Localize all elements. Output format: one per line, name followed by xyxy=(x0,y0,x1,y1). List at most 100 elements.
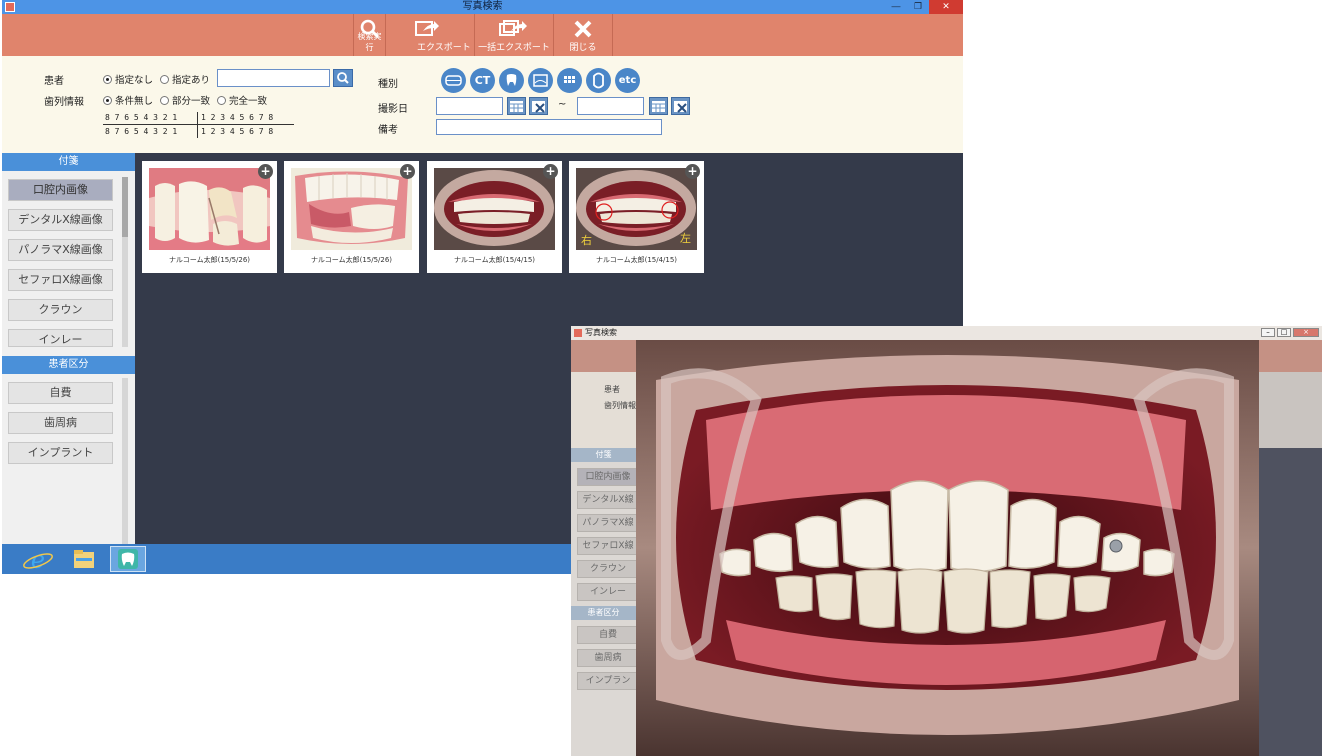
ghost-results-area xyxy=(1259,448,1322,756)
result-card[interactable]: + ナルコーム太郎(15/5/26) xyxy=(142,161,277,273)
export-button[interactable]: エクスポート xyxy=(385,14,474,56)
patient-radio-none[interactable]: 指定なし xyxy=(103,72,153,86)
etc-icon[interactable]: etc xyxy=(615,68,640,93)
export-label: エクスポート xyxy=(417,43,471,53)
ghost-tag-item: デンタルX線 xyxy=(577,491,639,509)
teeth-info-label: 歯列情報 xyxy=(44,97,84,108)
tags-scroll-thumb[interactable] xyxy=(122,177,128,237)
search-execute-label: 検索実行 xyxy=(357,32,382,52)
bulk-export-icon xyxy=(499,20,527,36)
thumbnail-image xyxy=(291,168,412,250)
ghost-tag-item: パノラマX線 xyxy=(577,514,639,532)
xray-icon[interactable] xyxy=(528,68,553,93)
thumbnail-caption: ナルコーム太郎(15/4/15) xyxy=(453,256,536,264)
thumbnail-caption: ナルコーム太郎(15/4/15) xyxy=(595,256,678,264)
viewer-close-button[interactable]: × xyxy=(1293,328,1319,337)
radio-label: 条件無し xyxy=(115,96,154,107)
restore-button[interactable]: ❐ xyxy=(907,0,929,14)
radio-label: 完全一致 xyxy=(229,96,268,107)
minimize-button[interactable]: ― xyxy=(885,0,907,14)
tags-header: 付箋 xyxy=(2,153,135,171)
viewer-title-bar: 写真検索 – □ × xyxy=(571,326,1322,340)
clear-date-to-button[interactable] xyxy=(671,97,690,115)
bulk-export-button[interactable]: 一括エクスポート xyxy=(474,14,553,56)
enlarged-intraoral-photo[interactable] xyxy=(636,340,1259,756)
category-self-pay[interactable]: 自費 xyxy=(8,382,113,404)
date-to-input[interactable] xyxy=(577,97,644,115)
category-implant[interactable]: インプラント xyxy=(8,442,113,464)
title-bar: 写真検索 ― ❐ ✕ xyxy=(2,0,963,14)
ghost-category-item: インプラン xyxy=(577,672,639,690)
calendar-icon xyxy=(652,101,665,112)
result-card[interactable]: 右 左 + ナルコーム太郎(15/4/15) xyxy=(569,161,704,273)
tag-cephalo-xray[interactable]: セファロX線画像 xyxy=(8,269,113,291)
tag-panorama-xray[interactable]: パノラマX線画像 xyxy=(8,239,113,261)
patient-radio-specified[interactable]: 指定あり xyxy=(160,72,210,86)
tags-scrollbar[interactable] xyxy=(122,177,128,347)
thumbnail-caption: ナルコーム太郎(15/5/26) xyxy=(168,256,251,264)
patient-search-button[interactable] xyxy=(333,69,353,87)
radio-indicator xyxy=(217,95,226,105)
zoom-plus-icon[interactable]: + xyxy=(543,164,558,179)
result-card[interactable]: + ナルコーム太郎(15/4/15) xyxy=(427,161,562,273)
viewer-minimize-button[interactable]: – xyxy=(1261,328,1275,337)
date-label: 撮影日 xyxy=(378,104,408,115)
clear-date-from-button[interactable] xyxy=(529,97,548,115)
teeth-radio-none[interactable]: 条件無し xyxy=(103,93,153,107)
right-side-mark: 右 xyxy=(581,234,592,247)
tag-intraoral[interactable]: 口腔内画像 xyxy=(8,179,113,201)
zoom-plus-icon[interactable]: + xyxy=(400,164,415,179)
tooth-row-upper-left[interactable]: 1 2 3 4 5 6 7 8 xyxy=(201,113,273,122)
ghost-panel-edge xyxy=(1259,372,1322,448)
calendar-icon xyxy=(510,101,523,112)
result-card[interactable]: + ナルコーム太郎(15/5/26) xyxy=(284,161,419,273)
note-input[interactable] xyxy=(436,119,662,135)
teeth-radio-partial[interactable]: 部分一致 xyxy=(160,93,210,107)
zoom-plus-icon[interactable]: + xyxy=(685,164,700,179)
teeth-radio-exact[interactable]: 完全一致 xyxy=(217,93,267,107)
close-icon xyxy=(574,20,592,38)
radio-indicator xyxy=(103,95,112,105)
app-icon xyxy=(574,329,582,337)
zoom-plus-icon[interactable]: + xyxy=(258,164,273,179)
crown-icon[interactable] xyxy=(586,68,611,93)
file-explorer-icon[interactable] xyxy=(66,546,102,572)
grid-icon[interactable] xyxy=(557,68,582,93)
calendar-from-button[interactable] xyxy=(507,97,526,115)
ct-icon[interactable]: CT xyxy=(470,68,495,93)
category-periodontal[interactable]: 歯周病 xyxy=(8,412,113,434)
tag-inlay[interactable]: インレー xyxy=(8,329,113,347)
tooth-row-lower-right[interactable]: 8 7 6 5 4 3 2 1 xyxy=(105,127,177,136)
tooth-row-lower-left[interactable]: 1 2 3 4 5 6 7 8 xyxy=(201,127,273,136)
date-separator: ~ xyxy=(558,99,567,110)
window-title: 写真検索 xyxy=(462,1,503,12)
window-close-button[interactable]: ✕ xyxy=(929,0,963,14)
intraoral-icon[interactable] xyxy=(441,68,466,93)
calendar-clear-icon xyxy=(532,101,545,113)
date-from-input[interactable] xyxy=(436,97,503,115)
patient-input[interactable] xyxy=(217,69,330,87)
search-execute-button[interactable]: 検索実行 xyxy=(353,14,385,56)
search-icon xyxy=(337,72,349,84)
tooth-row-upper-right[interactable]: 8 7 6 5 4 3 2 1 xyxy=(105,113,177,122)
search-panel: 患者 指定なし 指定あり 歯列情報 条件無し 部分一致 完全一致 8 7 6 5… xyxy=(2,56,963,153)
close-button[interactable]: 閉じる xyxy=(553,14,613,56)
viewer-restore-button[interactable]: □ xyxy=(1277,328,1291,337)
tag-crown[interactable]: クラウン xyxy=(8,299,113,321)
radio-label: 指定あり xyxy=(172,75,211,86)
tooth-icon[interactable] xyxy=(499,68,524,93)
ghost-tag-item: セファロX線 xyxy=(577,537,639,555)
radio-label: 部分一致 xyxy=(172,96,211,107)
tooth-chart-hline xyxy=(103,124,294,125)
tag-dental-xray[interactable]: デンタルX線画像 xyxy=(8,209,113,231)
calendar-to-button[interactable] xyxy=(649,97,668,115)
thumbnail-image xyxy=(434,168,555,250)
category-scrollbar[interactable] xyxy=(122,378,128,544)
ie-icon[interactable]: e xyxy=(20,546,56,574)
ghost-tag-item: 口腔内画像 xyxy=(577,468,639,486)
category-header: 患者区分 xyxy=(2,356,135,374)
viewer-title: 写真検索 xyxy=(585,328,617,337)
tooth-chart-vline xyxy=(197,112,198,138)
thumbnail-image xyxy=(149,168,270,250)
dental-app-icon[interactable] xyxy=(110,546,146,572)
